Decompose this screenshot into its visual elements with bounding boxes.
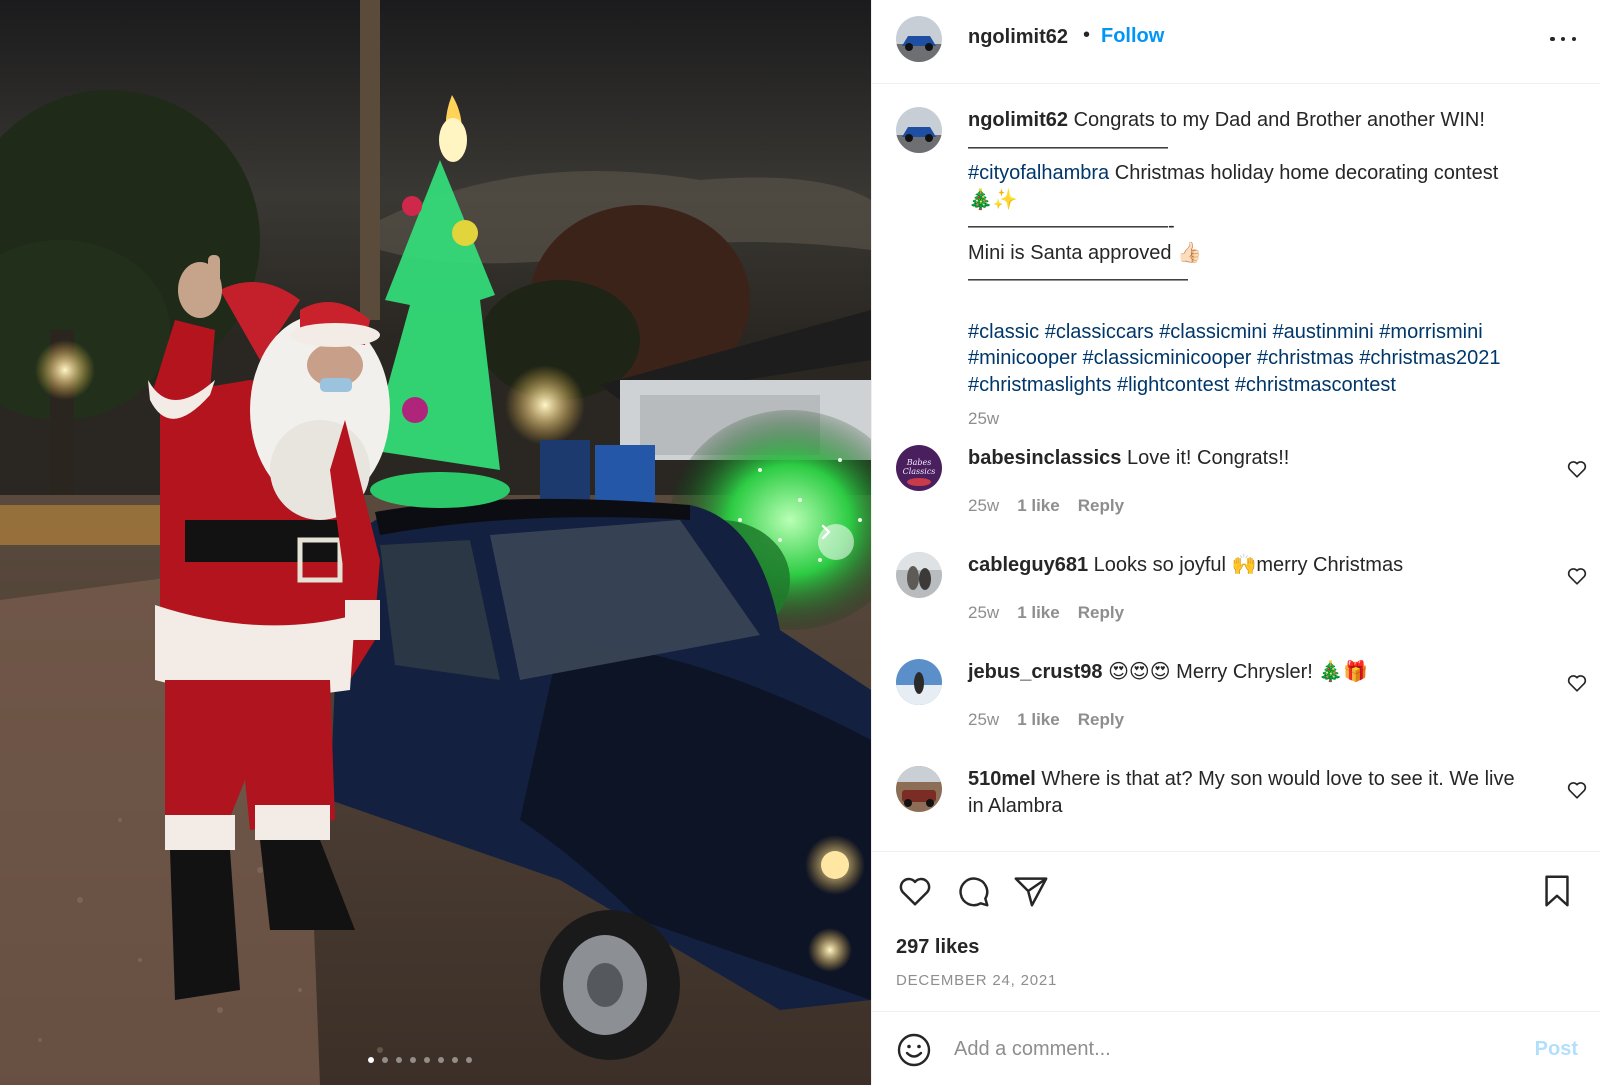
author-avatar[interactable] [896, 107, 942, 153]
separator-dot: • [1083, 24, 1091, 46]
caption-divider: ——————————— [968, 268, 1188, 290]
comment-body: Love it! Congrats!! [1127, 447, 1290, 469]
caption-text: ngolimit62 Congrats to my Dad and Brothe… [968, 107, 1568, 398]
hashtag-link[interactable]: #minicooper [968, 347, 1077, 369]
comment-meta: 25w 1 like Reply [968, 710, 1124, 730]
caption-divider: ——————————- [968, 215, 1175, 237]
comment-icon[interactable] [954, 872, 992, 910]
hashtag-list: #classic #classiccars #classicmini #aust… [968, 319, 1568, 399]
carousel-dot [466, 1057, 472, 1063]
caption-line: Christmas holiday home decorating contes… [1114, 162, 1499, 184]
caption-emoji: 🎄✨ [968, 188, 1018, 211]
hashtag-link[interactable]: #lightcontest [1117, 374, 1229, 396]
comment-time[interactable]: 25w [968, 496, 999, 516]
post-photo[interactable] [0, 0, 871, 1085]
follow-button[interactable]: Follow [1101, 25, 1164, 48]
comment-text: 510mel Where is that at? My son would lo… [968, 766, 1528, 819]
hashtag-link[interactable]: #cityofalhambra [968, 162, 1109, 184]
comment-likes[interactable]: 1 like [1017, 496, 1060, 516]
comment-username[interactable]: jebus_crust98 [968, 661, 1103, 683]
comment-meta: 25w 1 like Reply [968, 603, 1124, 623]
hashtag-link[interactable]: #classiccars [1045, 321, 1154, 343]
santa-mini-photo [0, 0, 871, 1085]
comment-username[interactable]: 510mel [968, 768, 1036, 790]
comment-time[interactable]: 25w [968, 710, 999, 730]
comment-body: Looks so joyful 🙌merry Christmas [1093, 554, 1404, 576]
hashtag-link[interactable]: #morrismini [1379, 321, 1482, 343]
post-comment-button[interactable]: Post [1535, 1038, 1578, 1061]
like-comment-icon[interactable] [1566, 458, 1588, 480]
commenter-avatar[interactable] [896, 766, 942, 812]
caption-meta: 25w [968, 409, 999, 429]
comment-username[interactable]: babesinclassics [968, 447, 1121, 469]
carousel-dot [452, 1057, 458, 1063]
emoji-icon[interactable] [896, 1032, 932, 1068]
caption-line: Mini is Santa approved [968, 241, 1172, 264]
carousel-indicator [368, 1057, 472, 1063]
caption-username[interactable]: ngolimit62 [968, 109, 1068, 131]
heart-icon[interactable] [896, 872, 934, 910]
ellipsis-icon[interactable] [1550, 26, 1576, 52]
commenter-avatar[interactable] [896, 659, 942, 705]
commenter-avatar[interactable]: Babes Classics [896, 445, 942, 491]
reply-button[interactable]: Reply [1078, 496, 1124, 516]
hashtag-link[interactable]: #austinmini [1273, 321, 1374, 343]
post-date[interactable]: DECEMBER 24, 2021 [896, 972, 1057, 989]
post-header: ngolimit62 • Follow [872, 0, 1600, 84]
hashtag-link[interactable]: #christmas [1257, 347, 1354, 369]
comment-time[interactable]: 25w [968, 603, 999, 623]
carousel-dot [438, 1057, 444, 1063]
comment-composer: Post [872, 1011, 1600, 1085]
comment-body: Where is that at? My son would love to s… [968, 768, 1515, 817]
author-username[interactable]: ngolimit62 [968, 26, 1068, 49]
comment-username[interactable]: cableguy681 [968, 554, 1088, 576]
hashtag-link[interactable]: #christmas2021 [1359, 347, 1500, 369]
like-comment-icon[interactable] [1566, 565, 1588, 587]
comment-text: cableguy681 Looks so joyful 🙌merry Chris… [968, 552, 1548, 579]
hashtag-link[interactable]: #classic [968, 321, 1039, 343]
like-comment-icon[interactable] [1566, 672, 1588, 694]
svg-text:Babes: Babes [906, 458, 932, 467]
carousel-dot [424, 1057, 430, 1063]
post-actions: 297 likes DECEMBER 24, 2021 [872, 851, 1600, 1011]
commenter-avatar[interactable] [896, 552, 942, 598]
likes-count[interactable]: 297 likes [896, 936, 979, 959]
carousel-dot [396, 1057, 402, 1063]
comment-body: 😍😍😍 Merry Chrysler! 🎄🎁 [1108, 661, 1369, 683]
caption-divider: —————————— [968, 135, 1168, 158]
comment-text: jebus_crust98 😍😍😍 Merry Chrysler! 🎄🎁 [968, 659, 1548, 686]
author-avatar[interactable] [896, 16, 942, 62]
share-icon[interactable] [1012, 872, 1050, 910]
hashtag-link[interactable]: #classicmini [1159, 321, 1267, 343]
carousel-dot [410, 1057, 416, 1063]
svg-text:Classics: Classics [903, 467, 936, 476]
next-slide-button[interactable] [818, 524, 854, 560]
comment-likes[interactable]: 1 like [1017, 710, 1060, 730]
carousel-dot [368, 1057, 374, 1063]
reply-button[interactable]: Reply [1078, 710, 1124, 730]
like-comment-icon[interactable] [1566, 779, 1588, 801]
carousel-dot [382, 1057, 388, 1063]
post-details: ngolimit62 • Follow ngolimit62 Congrats … [871, 0, 1600, 1085]
hashtag-link[interactable]: #christmascontest [1235, 374, 1396, 396]
chevron-right-icon [821, 524, 831, 540]
comment-meta: 25w 1 like Reply [968, 496, 1124, 516]
caption-line: Congrats to my Dad and Brother another W… [1073, 109, 1485, 131]
bookmark-icon[interactable] [1538, 872, 1576, 910]
comment-likes[interactable]: 1 like [1017, 603, 1060, 623]
comment-input[interactable] [954, 1028, 1514, 1070]
comments-list[interactable]: ngolimit62 Congrats to my Dad and Brothe… [872, 85, 1600, 851]
thumbs-up-emoji: 👍🏻 [1177, 241, 1202, 264]
reply-button[interactable]: Reply [1078, 603, 1124, 623]
caption-time[interactable]: 25w [968, 409, 999, 429]
hashtag-link[interactable]: #classicminicooper [1083, 347, 1252, 369]
comment-text: babesinclassics Love it! Congrats!! [968, 445, 1548, 472]
hashtag-link[interactable]: #christmaslights [968, 374, 1111, 396]
